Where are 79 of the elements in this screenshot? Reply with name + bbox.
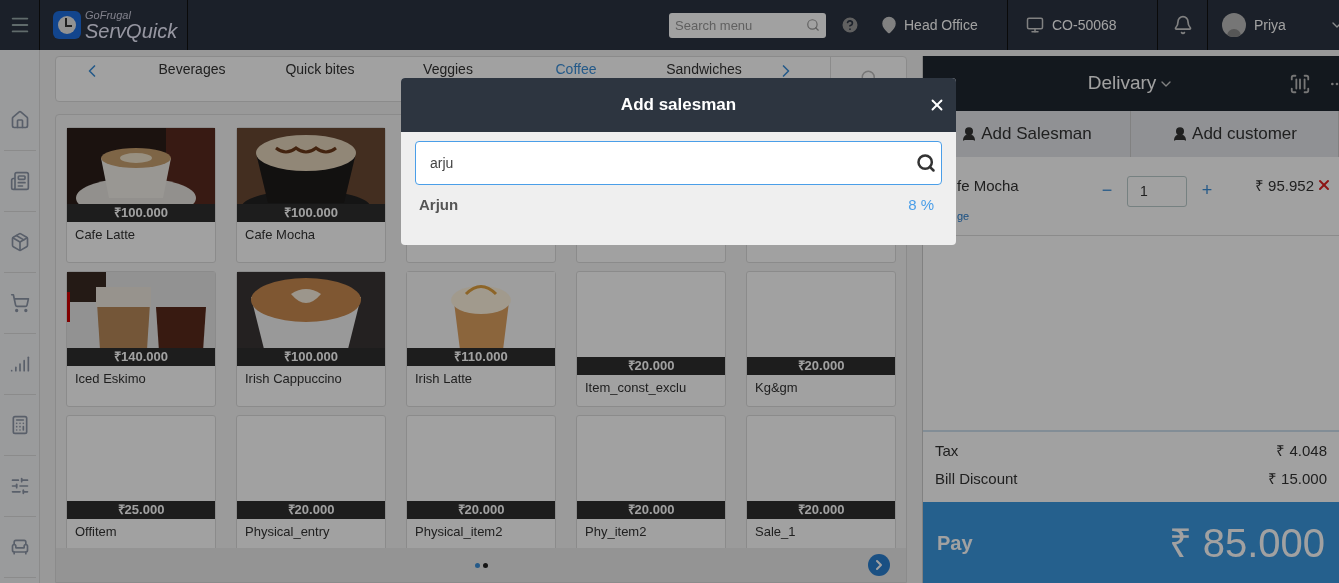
product-card[interactable]: ₹20.000 Physical_item2 [406, 415, 556, 548]
sliders-icon[interactable] [9, 476, 30, 496]
salesman-result[interactable]: Arjun 8 % [401, 185, 956, 225]
clock-logo-icon [53, 11, 81, 39]
search-icon[interactable] [916, 153, 936, 173]
price-tag: ₹20.000 [577, 501, 725, 519]
person-icon[interactable] [961, 126, 978, 142]
price-tag: ₹100.000 [67, 204, 215, 222]
remove-icon[interactable] [1316, 177, 1332, 193]
product-name: Physical_entry [244, 523, 331, 541]
total-value: ₹ 4.048 [1276, 441, 1327, 461]
price-tag: ₹20.000 [237, 501, 385, 519]
package-icon[interactable] [9, 232, 30, 252]
category-tab[interactable]: Sandwiches [640, 61, 768, 77]
product-name: Sale_1 [754, 523, 797, 541]
brand-tagline: GoFrugal [85, 9, 132, 21]
category-tab[interactable]: Quick bites [256, 61, 384, 77]
terminal-label[interactable]: CO-50068 [1052, 14, 1117, 36]
product-name: Item_const_exclu [584, 379, 688, 397]
location-pin-icon [880, 16, 898, 34]
bell-icon[interactable] [1172, 15, 1193, 35]
newspaper-icon[interactable] [9, 171, 30, 191]
salesman-search-field[interactable]: arju [415, 141, 942, 185]
item-amount: ₹ 95.952 [1254, 176, 1314, 196]
product-card[interactable]: ₹100.000 Cafe Mocha [236, 127, 386, 263]
product-card[interactable]: ₹20.000 Phy_item2 [576, 415, 726, 548]
help-icon[interactable] [840, 15, 860, 35]
quantity-field[interactable]: 1 [1127, 176, 1187, 207]
item-name: fe Mocha [957, 176, 1020, 196]
category-tab[interactable]: Veggies [384, 61, 512, 77]
chair-icon[interactable] [9, 537, 30, 557]
dialog-title: Add salesman [620, 94, 737, 117]
product-card[interactable]: ₹140.000 Iced Eskimo [66, 271, 216, 407]
total-label: Bill Discount [935, 468, 1018, 489]
home-icon[interactable] [9, 110, 30, 130]
product-name: Irish Latte [414, 370, 474, 388]
signal-icon[interactable] [9, 354, 30, 374]
price-tag: ₹100.000 [237, 204, 385, 222]
product-card[interactable]: ₹20.000 Sale_1 [746, 415, 896, 548]
cart-action-tab[interactable]: Add customer [1192, 121, 1297, 147]
product-name: Irish Cappuccino [244, 370, 343, 388]
product-name: Kg&gm [754, 379, 799, 397]
cart-action-tab[interactable]: Add Salesman [981, 121, 1092, 147]
product-name: Offitem [74, 523, 118, 541]
price-tag: ₹20.000 [407, 501, 555, 519]
product-card[interactable]: ₹110.000 Irish Latte [406, 271, 556, 407]
product-card[interactable]: ₹20.000 Physical_entry [236, 415, 386, 548]
product-card[interactable]: ₹100.000 Cafe Latte [66, 127, 216, 263]
product-card[interactable]: ₹20.000 Item_const_exclu [576, 271, 726, 407]
cart-icon[interactable] [9, 293, 30, 313]
category-tab[interactable]: Beverages [128, 61, 256, 77]
brand-name: ServQuick [85, 20, 178, 41]
price-tag: ₹100.000 [237, 348, 385, 366]
monitor-icon [1026, 16, 1044, 34]
item-link[interactable]: ge [957, 207, 1097, 224]
product-name: Cafe Latte [74, 226, 136, 244]
location-label[interactable]: Head Office [904, 14, 978, 36]
product-card[interactable]: ₹20.000 Kg&gm [746, 271, 896, 407]
price-tag: ₹110.000 [407, 348, 555, 366]
user-name[interactable]: Priya [1254, 14, 1286, 36]
barcode-icon[interactable] [1289, 72, 1311, 95]
avatar-icon [1222, 13, 1246, 37]
total-label: Tax [935, 441, 959, 461]
next-page-button[interactable] [868, 554, 890, 576]
product-name: Cafe Mocha [244, 226, 317, 244]
price-tag: ₹140.000 [67, 348, 215, 366]
product-name: Phy_item2 [584, 523, 648, 541]
search-menu-field[interactable]: Search menu [669, 12, 826, 38]
price-tag: ₹20.000 [747, 357, 895, 375]
order-type-dropdown[interactable]: Delivary [1087, 69, 1157, 98]
price-tag: ₹20.000 [747, 501, 895, 519]
product-card[interactable]: ₹100.000 Irish Cappuccino [236, 271, 386, 407]
price-tag: ₹25.000 [67, 501, 215, 519]
product-card[interactable]: ₹25.000 Offitem [66, 415, 216, 548]
product-name: Iced Eskimo [74, 370, 147, 388]
product-name: Physical_item2 [414, 523, 504, 541]
total-value: ₹ 15.000 [1267, 468, 1327, 489]
person-icon[interactable] [1172, 126, 1189, 142]
price-tag: ₹20.000 [577, 357, 725, 375]
